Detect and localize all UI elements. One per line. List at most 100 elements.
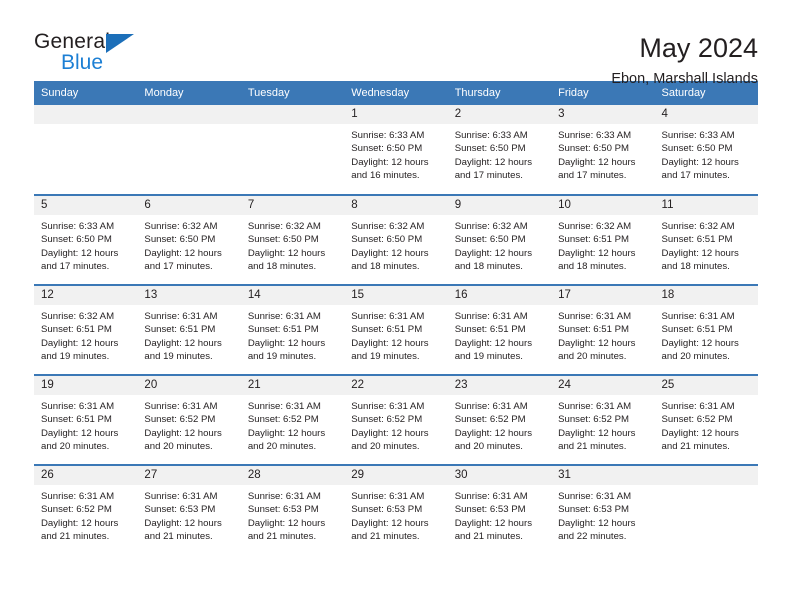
calendar-day-cell[interactable]: 20 Sunrise: 6:31 AM Sunset: 6:52 PM Dayligh…: [137, 374, 241, 465]
calendar-day-cell[interactable]: 21 Sunrise: 6:31 AM Sunset: 6:52 PM Dayligh…: [240, 374, 345, 465]
daylight-text-line1: Daylight: 12 hours: [41, 247, 119, 259]
calendar-day-cell[interactable]: 24 Sunrise: 6:31 AM Sunset: 6:52 PM Dayligh…: [551, 374, 655, 465]
day-details: Sunrise: 6:31 AM Sunset: 6:51 PM Daylight:…: [448, 305, 551, 364]
sunset-text: Sunset: 6:50 PM: [558, 143, 630, 155]
daylight-text-line1: Daylight: 12 hours: [661, 247, 739, 259]
calendar-day-cell[interactable]: 27 Sunrise: 6:31 AM Sunset: 6:53 PM Dayligh…: [137, 464, 241, 555]
daylight-text-line2: and 21 minutes.: [144, 531, 213, 543]
daylight-text-line1: Daylight: 12 hours: [351, 337, 429, 349]
daylight-text-line1: Daylight: 12 hours: [351, 156, 429, 168]
sunset-text: Sunset: 6:51 PM: [661, 324, 733, 336]
sunset-text: Sunset: 6:51 PM: [351, 324, 423, 336]
day-number: 4: [654, 105, 758, 124]
sunset-text: Sunset: 6:50 PM: [454, 143, 526, 155]
calendar-day-cell[interactable]: 15 Sunrise: 6:31 AM Sunset: 6:51 PM Dayligh…: [344, 284, 448, 375]
weekday-header-thursday: Thursday: [447, 81, 552, 105]
daylight-text-line1: Daylight: 12 hours: [558, 337, 636, 349]
calendar-day-cell[interactable]: 6 Sunrise: 6:32 AM Sunset: 6:50 PM Daylight…: [137, 194, 241, 285]
sunset-text: Sunset: 6:51 PM: [558, 324, 630, 336]
sunrise-text: Sunrise: 6:31 AM: [558, 311, 632, 322]
calendar-day-cell[interactable]: 11 Sunrise: 6:32 AM Sunset: 6:51 PM Dayligh…: [654, 194, 758, 285]
calendar-day-cell[interactable]: 5 Sunrise: 6:33 AM Sunset: 6:50 PM Daylight…: [34, 194, 138, 285]
calendar-week-row: 12 Sunrise: 6:32 AM Sunset: 6:51 PM Dayligh…: [34, 284, 758, 375]
calendar-day-cell[interactable]: 26 Sunrise: 6:31 AM Sunset: 6:52 PM Dayligh…: [34, 464, 138, 555]
calendar-day-cell[interactable]: 25 Sunrise: 6:31 AM Sunset: 6:52 PM Dayligh…: [654, 374, 758, 465]
calendar-day-cell[interactable]: 8 Sunrise: 6:32 AM Sunset: 6:50 PM Daylight…: [344, 194, 448, 285]
calendar-day-cell[interactable]: 30 Sunrise: 6:31 AM Sunset: 6:53 PM Dayligh…: [447, 464, 552, 555]
calendar-day-cell[interactable]: 3 Sunrise: 6:33 AM Sunset: 6:50 PM Daylight…: [551, 105, 655, 195]
sunrise-text: Sunrise: 6:31 AM: [351, 401, 425, 412]
day-number: 3: [551, 105, 655, 124]
daylight-text-line1: Daylight: 12 hours: [41, 427, 119, 439]
daylight-text-line2: and 20 minutes.: [454, 441, 523, 453]
calendar-day-cell[interactable]: 16 Sunrise: 6:31 AM Sunset: 6:51 PM Dayligh…: [447, 284, 552, 375]
calendar-day-cell[interactable]: 31 Sunrise: 6:31 AM Sunset: 6:53 PM Dayligh…: [551, 464, 655, 555]
daylight-text-line1: Daylight: 12 hours: [247, 517, 326, 529]
day-details: Sunrise: 6:33 AM Sunset: 6:50 PM Daylight:…: [34, 215, 137, 274]
sunset-text: Sunset: 6:50 PM: [247, 234, 319, 246]
sunrise-text: Sunrise: 6:31 AM: [351, 311, 425, 322]
sunset-text: Sunset: 6:51 PM: [41, 324, 112, 336]
calendar-day-cell[interactable]: 12 Sunrise: 6:32 AM Sunset: 6:51 PM Dayligh…: [34, 284, 138, 375]
day-details: Sunrise: 6:33 AM Sunset: 6:50 PM Daylight:…: [448, 124, 551, 183]
sunset-text: Sunset: 6:52 PM: [661, 414, 733, 426]
weekday-header-sunday: Sunday: [34, 81, 138, 105]
sunset-text: Sunset: 6:51 PM: [558, 234, 630, 246]
calendar-day-cell[interactable]: 1 Sunrise: 6:33 AM Sunset: 6:50 PM Daylight…: [344, 105, 448, 195]
day-number: 1: [344, 105, 448, 124]
daylight-text-line2: and 17 minutes.: [454, 170, 523, 182]
day-details: Sunrise: 6:32 AM Sunset: 6:51 PM Daylight:…: [34, 305, 137, 364]
logo-triangle-icon: [106, 34, 134, 53]
day-number: 14: [240, 286, 345, 305]
day-number: [654, 466, 758, 485]
sunrise-text: Sunrise: 6:31 AM: [661, 311, 735, 322]
sunset-text: Sunset: 6:52 PM: [41, 504, 112, 516]
day-number: [240, 105, 345, 124]
daylight-text-line2: and 20 minutes.: [351, 441, 420, 453]
calendar-day-cell[interactable]: 14 Sunrise: 6:31 AM Sunset: 6:51 PM Dayligh…: [240, 284, 345, 375]
day-details: Sunrise: 6:31 AM Sunset: 6:52 PM Daylight:…: [655, 395, 758, 454]
daylight-text-line2: and 18 minutes.: [247, 261, 317, 273]
calendar-day-cell[interactable]: 4 Sunrise: 6:33 AM Sunset: 6:50 PM Daylight…: [654, 105, 758, 195]
calendar-day-cell[interactable]: 2 Sunrise: 6:33 AM Sunset: 6:50 PM Daylight…: [447, 105, 552, 195]
sunrise-text: Sunrise: 6:31 AM: [247, 401, 321, 412]
day-number: 24: [551, 376, 655, 395]
calendar-day-cell[interactable]: 19 Sunrise: 6:31 AM Sunset: 6:51 PM Dayligh…: [34, 374, 138, 465]
calendar-day-cell[interactable]: 23 Sunrise: 6:31 AM Sunset: 6:52 PM Dayligh…: [447, 374, 552, 465]
calendar-day-cell[interactable]: 28 Sunrise: 6:31 AM Sunset: 6:53 PM Dayligh…: [240, 464, 345, 555]
day-number: 18: [654, 286, 758, 305]
calendar-day-cell[interactable]: 7 Sunrise: 6:32 AM Sunset: 6:50 PM Daylight…: [240, 194, 345, 285]
daylight-text-line2: and 22 minutes.: [558, 531, 627, 543]
calendar-day-cell[interactable]: 10 Sunrise: 6:32 AM Sunset: 6:51 PM Dayligh…: [551, 194, 655, 285]
calendar-day-cell[interactable]: 29 Sunrise: 6:31 AM Sunset: 6:53 PM Dayligh…: [344, 464, 448, 555]
calendar-day-cell[interactable]: 9 Sunrise: 6:32 AM Sunset: 6:50 PM Daylight…: [447, 194, 552, 285]
sunrise-text: Sunrise: 6:31 AM: [558, 491, 632, 502]
daylight-text-line1: Daylight: 12 hours: [351, 517, 429, 529]
daylight-text-line1: Daylight: 12 hours: [558, 156, 636, 168]
sunset-text: Sunset: 6:50 PM: [661, 143, 733, 155]
day-number: 2: [447, 105, 552, 124]
daylight-text-line2: and 18 minutes.: [351, 261, 420, 273]
daylight-text-line1: Daylight: 12 hours: [661, 427, 739, 439]
daylight-text-line1: Daylight: 12 hours: [558, 517, 636, 529]
calendar-week-row: 1 Sunrise: 6:33 AM Sunset: 6:50 PM Daylight…: [34, 105, 758, 195]
weekday-header-tuesday: Tuesday: [240, 81, 345, 105]
sunset-text: Sunset: 6:51 PM: [661, 234, 733, 246]
day-number: 13: [137, 286, 241, 305]
calendar-week-row: 26 Sunrise: 6:31 AM Sunset: 6:52 PM Dayligh…: [34, 464, 758, 555]
daylight-text-line1: Daylight: 12 hours: [41, 337, 119, 349]
sunset-text: Sunset: 6:52 PM: [144, 414, 216, 426]
sunrise-text: Sunrise: 6:31 AM: [144, 491, 218, 502]
calendar-day-cell[interactable]: 22 Sunrise: 6:31 AM Sunset: 6:52 PM Dayligh…: [344, 374, 448, 465]
calendar-day-cell[interactable]: 13 Sunrise: 6:31 AM Sunset: 6:51 PM Dayligh…: [137, 284, 241, 375]
daylight-text-line1: Daylight: 12 hours: [144, 247, 222, 259]
calendar-day-cell[interactable]: 17 Sunrise: 6:31 AM Sunset: 6:51 PM Dayligh…: [551, 284, 655, 375]
daylight-text-line2: and 16 minutes.: [351, 170, 420, 182]
sunrise-text: Sunrise: 6:32 AM: [661, 221, 735, 232]
sunset-text: Sunset: 6:51 PM: [144, 324, 216, 336]
sunset-text: Sunset: 6:50 PM: [144, 234, 216, 246]
day-details: Sunrise: 6:31 AM Sunset: 6:51 PM Daylight:…: [137, 305, 240, 364]
calendar-day-cell-empty: [240, 105, 345, 195]
day-number: [34, 105, 138, 124]
calendar-day-cell[interactable]: 18 Sunrise: 6:31 AM Sunset: 6:51 PM Dayligh…: [654, 284, 758, 375]
